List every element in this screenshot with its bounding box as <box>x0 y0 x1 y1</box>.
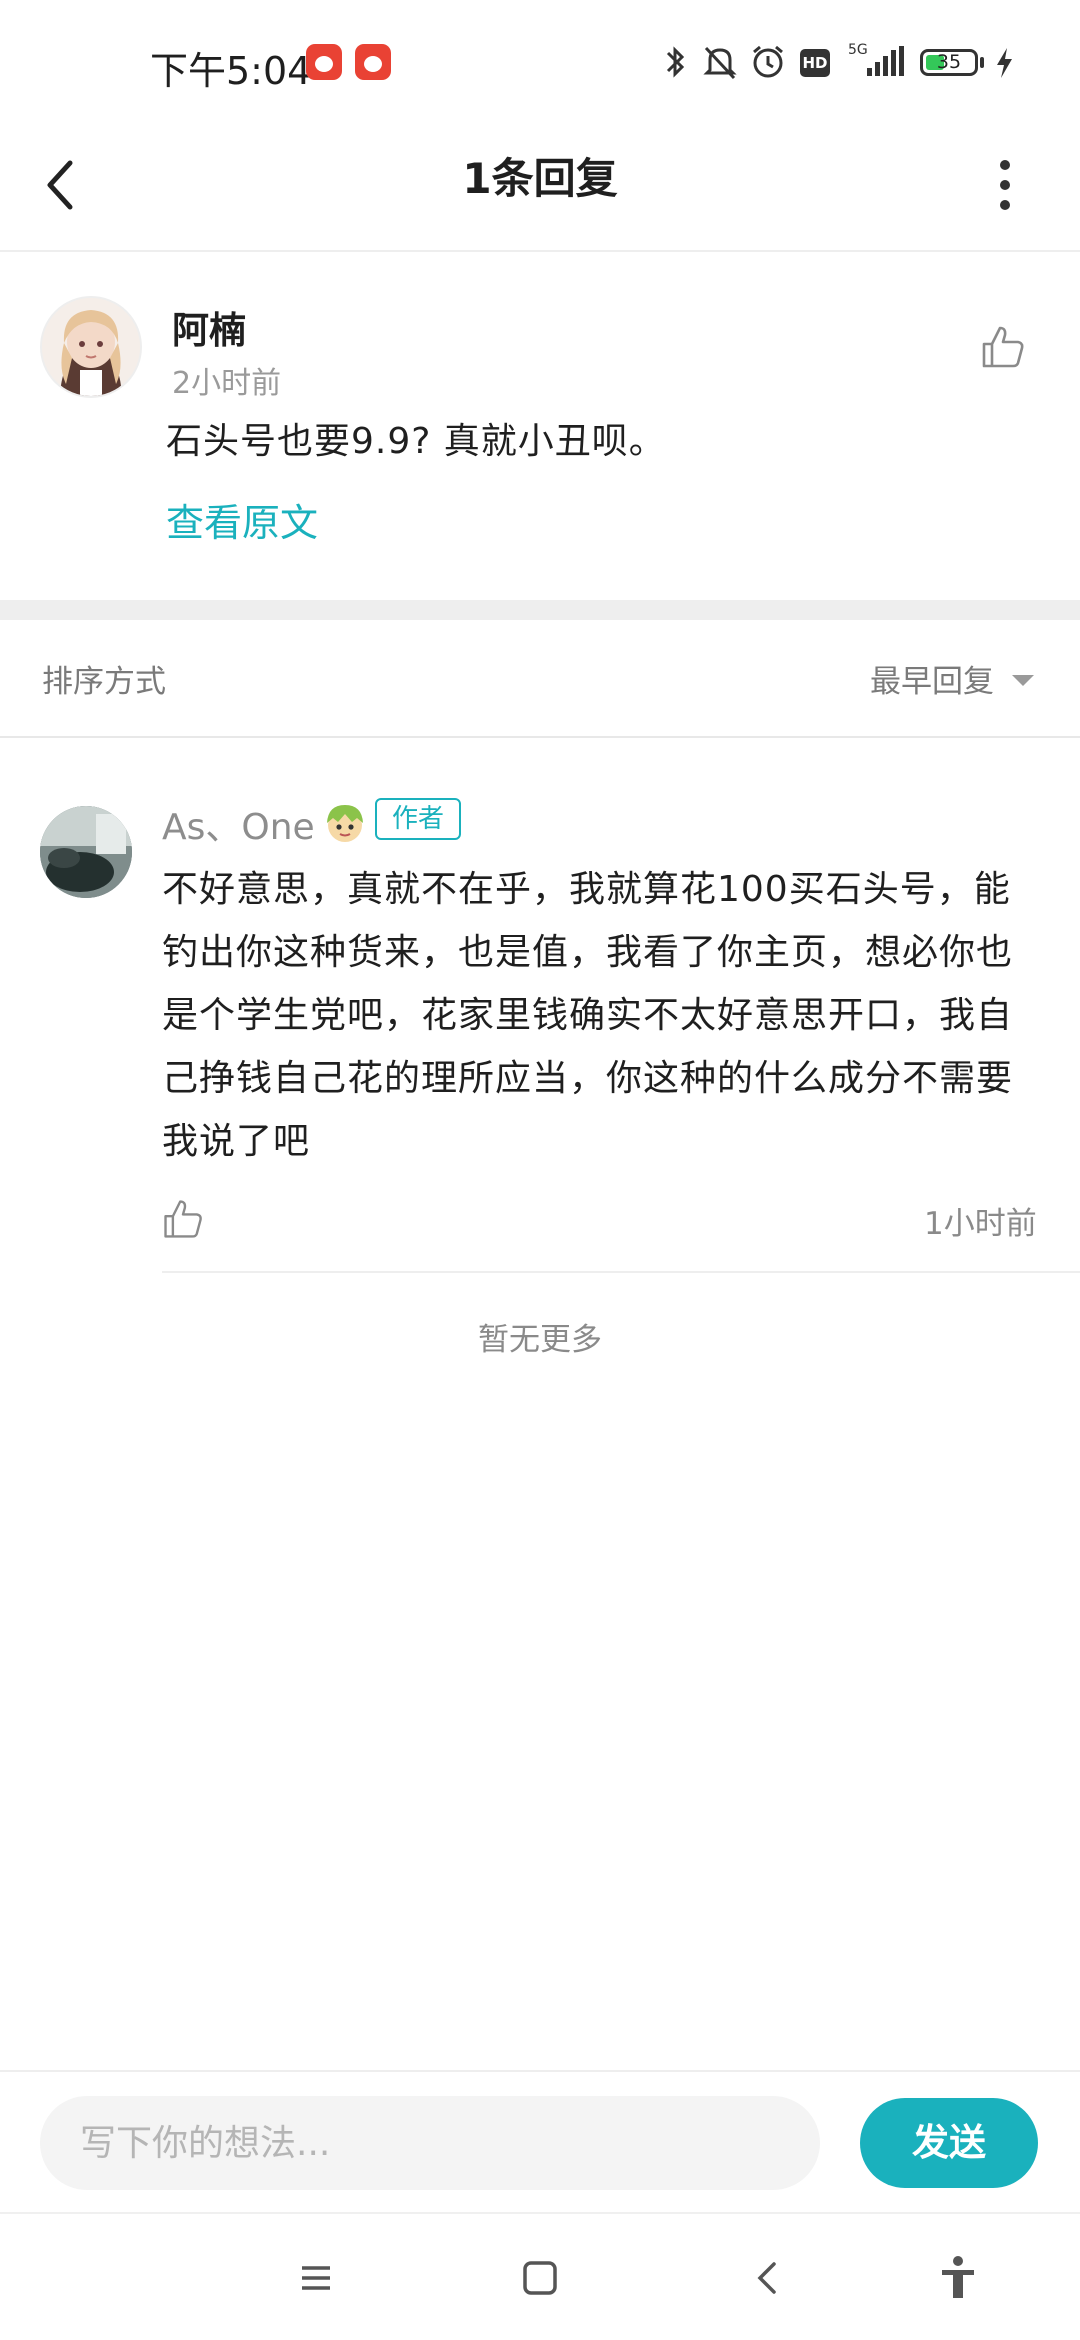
nav-bar: 1条回复 <box>0 120 1080 252</box>
sort-label: 排序方式 <box>42 664 166 700</box>
app-badge-icon <box>355 44 391 80</box>
sort-dropdown[interactable]: 最早回复 <box>870 656 994 701</box>
character-emoji-icon <box>327 805 363 842</box>
battery-icon: 35 <box>920 49 978 76</box>
author-badge: 作者 <box>375 798 461 840</box>
accessibility-icon[interactable] <box>930 2250 986 2306</box>
reply-detail-page: 下午5:04 HD 5G 35 1条回复 阿楠 2小时前 石头号也要9.9? 真… <box>0 0 1080 2340</box>
thumbs-up-icon[interactable] <box>160 1196 206 1242</box>
hd-icon: HD <box>800 49 830 77</box>
reply-time: 1小时前 <box>924 1206 1037 1242</box>
charging-icon <box>997 48 1012 78</box>
comment-text: 石头号也要9.9? 真就小丑呗。 <box>166 421 666 462</box>
home-icon[interactable] <box>512 2250 568 2306</box>
send-button[interactable]: 发送 <box>860 2098 1038 2188</box>
comment-author[interactable]: 阿楠 <box>172 300 246 354</box>
menu-icon[interactable] <box>288 2250 344 2306</box>
comment-input-bar: 发送 <box>0 2070 1080 2212</box>
nav-back-icon[interactable] <box>740 2250 796 2306</box>
photo-avatar-image <box>40 806 132 898</box>
signal-bars-icon <box>867 46 904 76</box>
comment-input[interactable] <box>40 2096 820 2190</box>
reply-text: 不好意思，真就不在乎，我就算花100买石头号，能钓出你这种货来，也是值，我看了你… <box>162 869 1014 1162</box>
sort-bar: 排序方式 最早回复 <box>0 620 1080 738</box>
avatar[interactable] <box>40 296 142 398</box>
reply-author[interactable]: As、One <box>162 798 315 850</box>
status-time: 下午5:04 <box>150 49 312 93</box>
reply-item: As、One 作者 不好意思，真就不在乎，我就算花100买石头号，能钓出你这种货… <box>0 738 1080 1273</box>
more-options-button[interactable] <box>980 150 1030 220</box>
bluetooth-icon <box>666 46 685 78</box>
page-title: 1条回复 <box>462 154 618 203</box>
anime-avatar-image <box>42 298 140 396</box>
no-more-label: 暂无更多 <box>478 1322 602 1358</box>
back-button[interactable] <box>30 145 110 225</box>
comment-time: 2小时前 <box>172 366 282 401</box>
system-navigation-bar <box>0 2212 1080 2340</box>
thumbs-up-icon[interactable] <box>978 322 1028 372</box>
original-comment: 阿楠 2小时前 石头号也要9.9? 真就小丑呗。 查看原文 <box>0 252 1080 600</box>
mute-icon <box>703 46 737 80</box>
battery-level: 35 <box>936 51 962 73</box>
status-bar: 下午5:04 HD 5G 35 <box>0 0 1080 120</box>
app-badge-icon <box>306 44 342 80</box>
view-original-link[interactable]: 查看原文 <box>166 492 318 547</box>
reply-divider <box>162 1271 1080 1273</box>
alarm-icon <box>753 45 783 78</box>
chevron-down-icon[interactable] <box>1012 675 1034 686</box>
more-icon <box>1000 160 1010 170</box>
section-divider <box>0 600 1080 620</box>
avatar[interactable] <box>40 806 132 898</box>
